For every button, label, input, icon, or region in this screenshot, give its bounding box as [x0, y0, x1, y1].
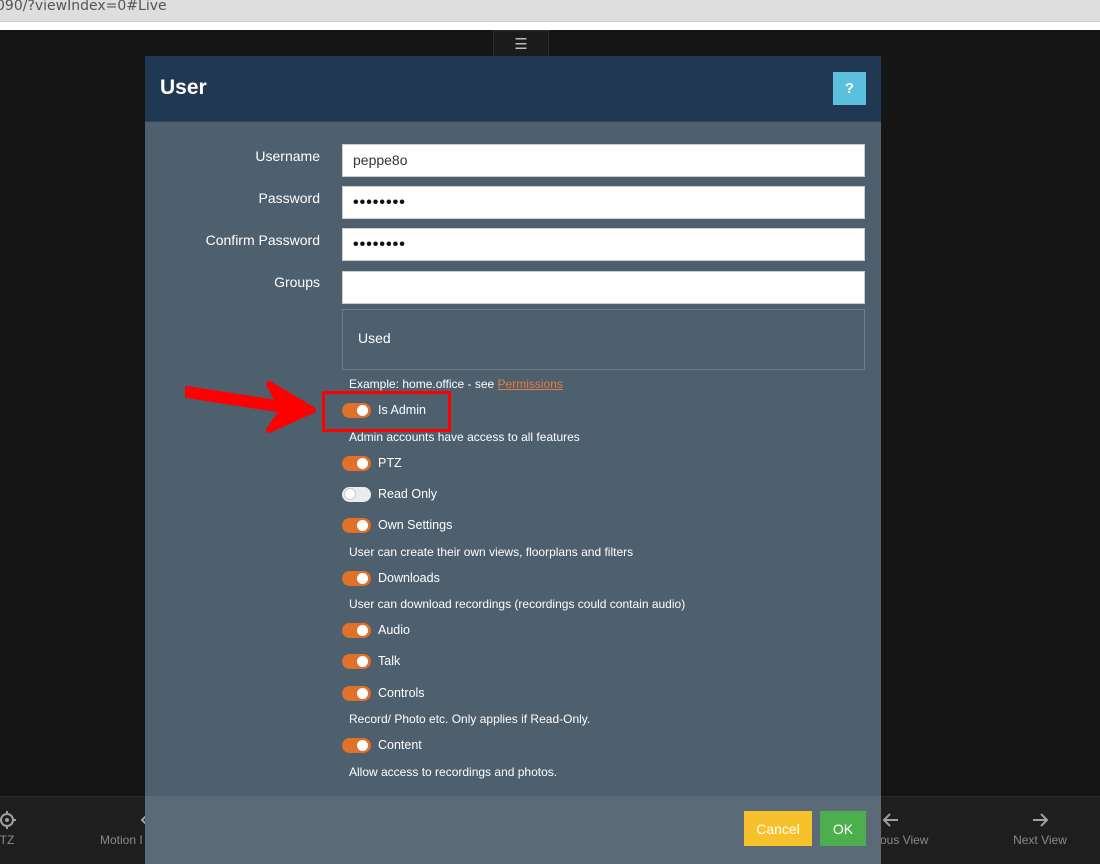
password-input[interactable]: •••••••• [342, 186, 865, 219]
user-dialog: User ? Username peppe8o Password •••••••… [145, 56, 881, 864]
help-button[interactable]: ? [833, 72, 866, 105]
toggle-label: Own Settings [378, 518, 453, 532]
dialog-footer: Cancel OK [145, 796, 881, 864]
toggle-hint: Admin accounts have access to all featur… [349, 430, 580, 444]
downloads-switch[interactable] [342, 571, 371, 586]
content-switch[interactable] [342, 738, 371, 753]
toggle-label: PTZ [378, 456, 402, 470]
dialog-header: User ? [145, 56, 881, 122]
motion-button[interactable]: Motion I [100, 797, 149, 864]
annotation-arrow-icon [185, 381, 316, 433]
audio-switch[interactable] [342, 623, 371, 638]
confirm-password-input[interactable]: •••••••• [342, 228, 865, 261]
annotation-highlight-box [322, 391, 451, 432]
next-view-button[interactable]: Next View [1005, 797, 1075, 864]
controls-switch[interactable] [342, 686, 371, 701]
ok-button[interactable]: OK [820, 811, 866, 846]
ptz-icon [0, 797, 20, 833]
toggle-hint: Allow access to recordings and photos. [349, 765, 558, 779]
username-input[interactable]: peppe8o [342, 144, 865, 177]
groups-label: Groups [274, 274, 320, 290]
permissions-link[interactable]: Permissions [498, 377, 563, 391]
arrow-left-icon [880, 797, 930, 833]
groups-input[interactable] [342, 271, 865, 304]
toggle-label: Controls [378, 686, 425, 700]
toggle-hint: User can download recordings (recordings… [349, 597, 686, 611]
toggle-label: Read Only [378, 487, 438, 501]
toggle-label: Downloads [378, 571, 440, 585]
used-groups-box: Used [342, 309, 865, 370]
groups-hint: Example: home.office - see Permissions [349, 377, 563, 391]
password-label: Password [258, 190, 320, 206]
arrow-right-icon [1005, 797, 1075, 833]
own-settings-switch[interactable] [342, 518, 371, 533]
confirm-password-label: Confirm Password [205, 232, 320, 248]
motion-icon [100, 797, 149, 833]
read-only-switch[interactable] [342, 487, 371, 502]
talk-switch[interactable] [342, 654, 371, 669]
ptz-button[interactable]: TZ [0, 797, 20, 864]
previous-view-button[interactable]: ous View [880, 797, 930, 864]
menu-button[interactable]: ☰ [493, 30, 549, 58]
hamburger-icon: ☰ [514, 36, 528, 53]
username-label: Username [255, 148, 320, 164]
browser-divider [0, 22, 1100, 30]
used-label: Used [358, 330, 391, 346]
toggle-label: Content [378, 738, 422, 752]
browser-url-bar[interactable]: 090/?viewIndex=0#Live [0, 0, 1100, 22]
ptz-switch[interactable] [342, 456, 371, 471]
toggle-hint: Record/ Photo etc. Only applies if Read-… [349, 712, 591, 726]
dialog-title: User [160, 76, 207, 99]
toggle-label: Talk [378, 654, 401, 668]
cancel-button[interactable]: Cancel [744, 811, 812, 846]
toggle-label: Audio [378, 623, 410, 637]
toggle-hint: User can create their own views, floorpl… [349, 545, 634, 559]
url-text: 090/?viewIndex=0#Live [0, 0, 167, 14]
